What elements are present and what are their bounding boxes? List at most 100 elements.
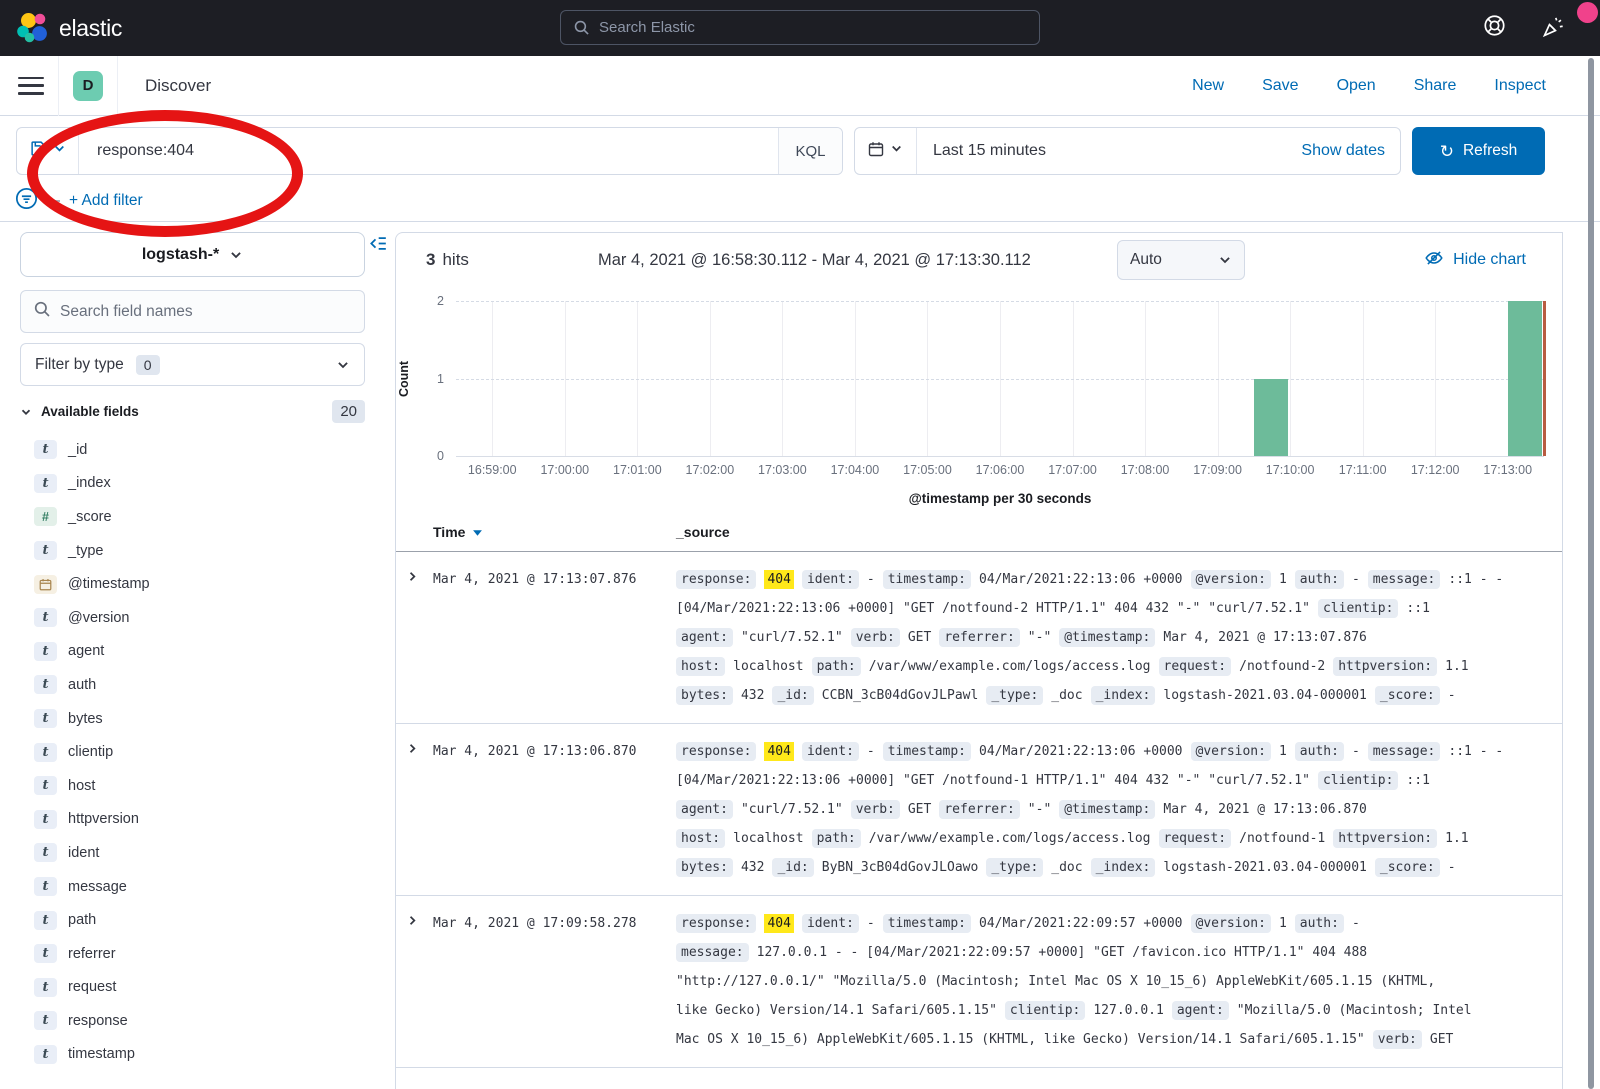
source-value: - xyxy=(1352,744,1360,759)
nav-action-open[interactable]: Open xyxy=(1337,77,1376,95)
source-line: [04/Mar/2021:22:13:06 +0000] "GET /notfo… xyxy=(676,594,1546,623)
expand-row-button[interactable] xyxy=(406,909,433,1054)
text-field-icon: t xyxy=(34,541,57,560)
nav-actions: New Save Open Share Inspect xyxy=(1192,77,1600,95)
doc-timestamp: Mar 4, 2021 @ 17:13:07.876 xyxy=(433,565,676,710)
field-item-timestamp[interactable]: ttimestamp xyxy=(0,1038,395,1072)
histogram-bar[interactable] xyxy=(1254,379,1288,457)
source-value: GET xyxy=(1430,1032,1453,1047)
source-value: 432 xyxy=(741,860,764,875)
field-item-ident[interactable]: tident xyxy=(0,836,395,870)
hide-chart-button[interactable]: Hide chart xyxy=(1424,233,1526,287)
nav-action-save[interactable]: Save xyxy=(1262,77,1298,95)
source-value: 1 xyxy=(1279,916,1287,931)
filter-count-badge: 0 xyxy=(136,355,160,375)
source-field-name: _id: xyxy=(772,686,813,705)
interval-select[interactable]: Auto xyxy=(1117,240,1245,280)
chevron-down-icon xyxy=(1218,253,1232,267)
field-search-input[interactable] xyxy=(60,303,352,321)
field-item-path[interactable]: tpath xyxy=(0,903,395,937)
expand-row-button[interactable] xyxy=(406,737,433,882)
show-dates-button[interactable]: Show dates xyxy=(1301,142,1400,160)
source-field-name: timestamp: xyxy=(883,570,971,589)
field-name: ident xyxy=(68,845,99,861)
calendar-field-icon xyxy=(34,575,57,594)
field-item-_type[interactable]: t _type xyxy=(0,534,395,568)
app-badge[interactable]: D xyxy=(73,71,103,101)
time-range-value[interactable]: Last 15 minutes xyxy=(917,142,1301,160)
source-value: [04/Mar/2021:22:13:06 +0000] "GET /notfo… xyxy=(676,773,1310,788)
source-value: Mac OS X 10_15_6) AppleWebKit/605.1.15 (… xyxy=(676,1032,1365,1047)
elastic-logo[interactable]: elastic xyxy=(0,12,122,44)
source-value: - xyxy=(1448,860,1456,875)
nav-action-share[interactable]: Share xyxy=(1414,77,1457,95)
histogram-chart: Count 012 xyxy=(456,301,1544,457)
field-item-@timestamp[interactable]: @timestamp xyxy=(0,567,395,601)
source-value: "curl/7.52.1" xyxy=(741,802,843,817)
x-tick-label: 17:00:00 xyxy=(540,463,589,477)
news-feed-icon[interactable] xyxy=(1542,14,1566,43)
source-value: - xyxy=(1448,688,1456,703)
field-item-response[interactable]: tresponse xyxy=(0,1004,395,1038)
field-item-_score[interactable]: #_score xyxy=(0,500,395,534)
global-header: elastic xyxy=(0,0,1600,56)
filter-by-type-select[interactable]: Filter by type 0 xyxy=(20,343,365,386)
field-item-request[interactable]: trequest xyxy=(0,971,395,1005)
field-item-clientip[interactable]: tclientip xyxy=(0,735,395,769)
field-item-bytes[interactable]: tbytes xyxy=(0,702,395,736)
nav-action-inspect[interactable]: Inspect xyxy=(1494,77,1546,95)
text-field-icon: t xyxy=(34,675,57,694)
field-item-httpversion[interactable]: thttpversion xyxy=(0,803,395,837)
time-column-header[interactable]: Time xyxy=(433,524,483,540)
field-name: _type xyxy=(68,543,103,559)
source-value: logstash-2021.03.04-000001 xyxy=(1163,688,1367,703)
source-line: bytes:432_id:CCBN_3cB04dGovJLPawl_type:_… xyxy=(676,681,1546,710)
field-item-_index[interactable]: t_index xyxy=(0,467,395,501)
field-name: @timestamp xyxy=(68,576,150,592)
x-tick-label: 17:03:00 xyxy=(758,463,807,477)
field-item-message[interactable]: tmessage xyxy=(0,870,395,904)
field-search-box[interactable] xyxy=(20,290,365,333)
field-item-_id[interactable]: t_id xyxy=(0,433,395,467)
source-field-name: @timestamp: xyxy=(1059,628,1155,647)
collapse-sidebar-icon[interactable] xyxy=(368,234,387,258)
date-quick-menu-button[interactable] xyxy=(855,128,917,174)
field-item-host[interactable]: thost xyxy=(0,769,395,803)
source-value: GET xyxy=(908,802,931,817)
expand-row-button[interactable] xyxy=(406,565,433,710)
refresh-button[interactable]: ↻ Refresh xyxy=(1412,127,1545,175)
nav-action-new[interactable]: New xyxy=(1192,77,1224,95)
query-input[interactable] xyxy=(79,142,778,160)
field-item-referrer[interactable]: treferrer xyxy=(0,937,395,971)
source-value: ByBN_3cB04dGovJLOawo xyxy=(822,860,979,875)
y-tick-label: 0 xyxy=(414,449,444,463)
global-search-input[interactable] xyxy=(599,19,1027,36)
number-field-icon: # xyxy=(34,507,57,526)
source-value: "curl/7.52.1" xyxy=(741,630,843,645)
search-icon xyxy=(33,300,51,323)
field-item-agent[interactable]: tagent xyxy=(0,635,395,669)
available-fields-header[interactable]: Available fields 20 xyxy=(20,400,365,423)
source-line: agent:"curl/7.52.1"verb:GETreferrer:"-"@… xyxy=(676,795,1546,824)
source-value: ::1 - - xyxy=(1448,572,1503,587)
page-title: Discover xyxy=(145,76,211,96)
index-pattern-select[interactable]: logstash-* xyxy=(20,232,365,277)
field-item-@version[interactable]: t@version xyxy=(0,601,395,635)
page-scrollbar[interactable] xyxy=(1588,58,1594,1089)
field-item-auth[interactable]: tauth xyxy=(0,668,395,702)
query-language-button[interactable]: KQL xyxy=(778,128,842,174)
menu-icon[interactable] xyxy=(18,77,44,95)
source-value: 1 xyxy=(1279,744,1287,759)
x-tick-label: 17:06:00 xyxy=(976,463,1025,477)
filter-options-icon[interactable] xyxy=(15,187,38,215)
highlighted-value: 404 xyxy=(764,914,793,933)
add-filter-button[interactable]: + Add filter xyxy=(69,192,143,210)
histogram-bar[interactable] xyxy=(1508,301,1542,456)
saved-query-menu-button[interactable] xyxy=(17,128,79,174)
source-value: 127.0.0.1 - - [04/Mar/2021:22:09:57 +000… xyxy=(757,945,1367,960)
global-search-box[interactable] xyxy=(560,10,1040,45)
source-line: host:localhostpath:/var/www/example.com/… xyxy=(676,824,1546,853)
source-field-name: verb: xyxy=(851,628,900,647)
help-icon[interactable] xyxy=(1483,14,1506,42)
field-name: host xyxy=(68,778,95,794)
